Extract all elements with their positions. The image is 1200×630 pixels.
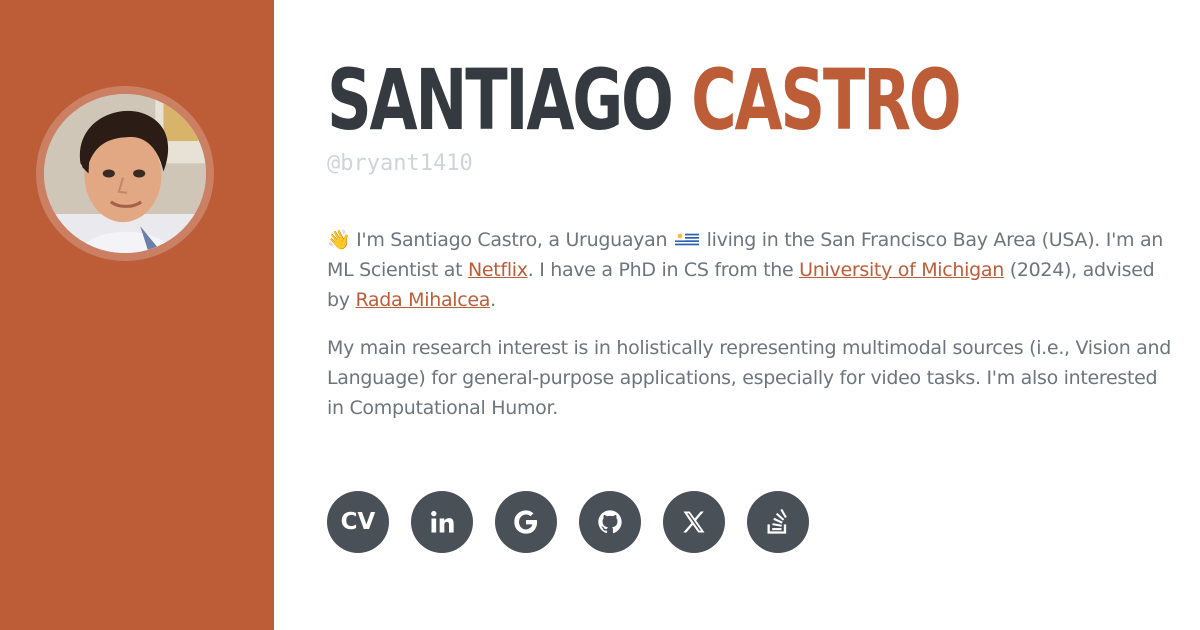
linkedin-icon — [431, 510, 454, 533]
social-links: CV — [327, 491, 809, 553]
page: SANTIAGO CASTRO @bryant1410 👋 I'm Santia… — [0, 0, 1200, 630]
x-icon — [683, 511, 705, 533]
google-scholar-icon — [514, 510, 538, 534]
avatar-photo — [44, 94, 206, 253]
github-button[interactable] — [579, 491, 641, 553]
last-name: CASTRO — [691, 51, 962, 149]
bio-text-1: I'm Santiago Castro, a Uruguayan — [350, 229, 673, 251]
username-handle: @bryant1410 — [327, 151, 473, 176]
bio-text-5: . — [490, 289, 496, 311]
bio-paragraph-2: My main research interest is in holistic… — [327, 337, 1172, 419]
main-content: SANTIAGO CASTRO @bryant1410 👋 I'm Santia… — [327, 52, 1172, 423]
university-of-michigan-link[interactable]: University of Michigan — [799, 259, 1004, 281]
bio-paragraph-1: 👋 I'm Santiago Castro, a Uruguayan livin… — [327, 225, 1172, 315]
avatar — [44, 94, 206, 253]
rada-mihalcea-link[interactable]: Rada Mihalcea — [355, 289, 490, 311]
linkedin-button[interactable] — [411, 491, 473, 553]
wave-emoji-icon: 👋 — [327, 229, 351, 251]
x-button[interactable] — [663, 491, 725, 553]
netflix-link[interactable]: Netflix — [468, 259, 528, 281]
avatar-ring — [36, 86, 214, 261]
github-icon — [598, 510, 622, 534]
stack-overflow-icon — [767, 508, 787, 534]
cv-icon: CV — [340, 509, 376, 535]
bio-text-3: . I have a PhD in CS from the — [527, 259, 800, 281]
google-scholar-button[interactable] — [495, 491, 557, 553]
sidebar — [0, 0, 274, 630]
page-title: SANTIAGO CASTRO — [327, 51, 962, 149]
cv-button[interactable]: CV — [327, 491, 389, 553]
stack-overflow-button[interactable] — [747, 491, 809, 553]
first-name: SANTIAGO — [327, 51, 674, 149]
uruguay-flag-icon — [674, 232, 699, 247]
